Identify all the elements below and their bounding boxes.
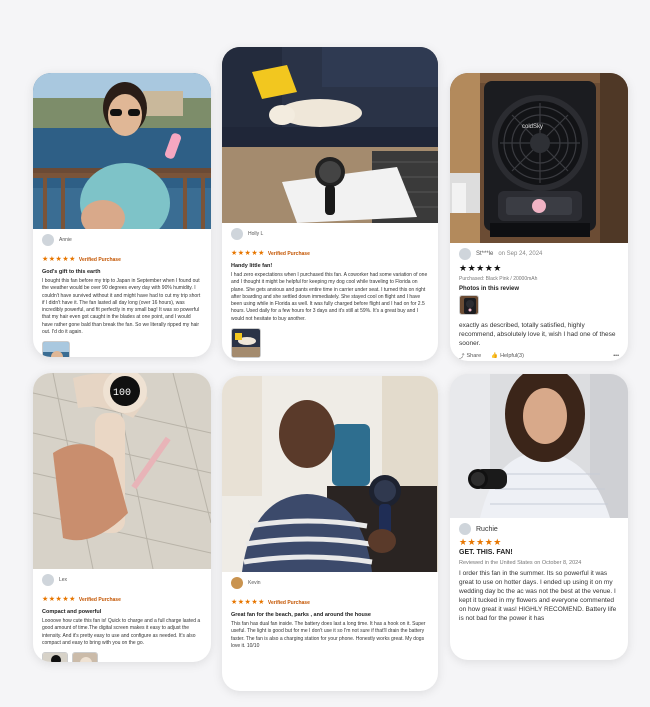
reviewer-name: Annie: [59, 237, 72, 243]
camping-fan-photo: coldSky: [450, 73, 628, 243]
reviewer-name: St***le: [476, 251, 494, 257]
review-photo[interactable]: [222, 376, 438, 572]
review-title: GET. THIS. FAN!: [459, 549, 513, 556]
review-body: I order this fan in the summer. Its so p…: [459, 570, 617, 623]
review-card-stle: coldSky St***le on Sep 24, 2024 ★★★★★ Pur…: [450, 73, 628, 361]
reviewer-name: Lex: [59, 577, 68, 583]
review-card-annie: Annie ★★★★★ Verified Purchase God's gift …: [33, 73, 211, 357]
star-rating: ★★★★★: [42, 256, 76, 263]
review-thumbnail[interactable]: [42, 652, 68, 662]
review-body: Loooove how cute this fan is! Quick to c…: [42, 618, 201, 646]
review-photo[interactable]: [222, 47, 438, 223]
review-photo[interactable]: 100: [33, 373, 211, 569]
star-rating: ★★★★★: [42, 596, 76, 603]
brand-label: coldSky: [522, 124, 543, 130]
verified-badge: Verified Purchase: [78, 597, 121, 603]
verified-badge: Verified Purchase: [78, 257, 121, 263]
star-rating: ★★★★★: [231, 250, 265, 257]
device-display: 100: [113, 388, 131, 399]
review-body: This fan has dual fan inside. The batter…: [231, 621, 426, 649]
review-title: Great fan for the beach, parks , and aro…: [231, 612, 371, 618]
star-rating: ★★★★★: [459, 263, 502, 273]
review-card-kevin: Kevin ★★★★★ Verified Purchase Great fan f…: [222, 376, 438, 691]
avatar: [42, 574, 54, 586]
avatar: [42, 234, 54, 246]
review-photo[interactable]: [450, 374, 628, 518]
avatar: [231, 577, 243, 589]
purchased-variant: Purchased: Black Pink / 20000mAh: [459, 276, 538, 282]
share-button[interactable]: ⤴ Share: [459, 352, 481, 360]
review-card-ruchie: Ruchie ★★★★★ GET. THIS. FAN! Reviewed in…: [450, 374, 628, 660]
review-body: I had zero expectations when I purchased…: [231, 272, 428, 322]
review-thumbnail[interactable]: [72, 652, 98, 662]
share-icon: ⤴: [459, 354, 465, 361]
photos-heading: Photos in this review: [459, 286, 520, 292]
woman-with-fan-photo: [450, 374, 628, 518]
review-thumbnail[interactable]: [42, 341, 70, 357]
reviewer-name: Holly L: [248, 231, 264, 237]
avatar: [459, 248, 471, 260]
review-card-holly: Holly L ★★★★★ Verified Purchase Handy lit…: [222, 47, 438, 361]
review-thumbnail[interactable]: [231, 327, 261, 358]
review-card-lex: 100 Lex ★★★★★ Verified Purchase Compact a…: [33, 373, 211, 662]
review-date: Reviewed in the United States on October…: [459, 560, 582, 566]
avatar: [459, 523, 471, 535]
review-title: Handy little fan!: [231, 263, 273, 269]
more-button[interactable]: •••: [613, 353, 619, 359]
reviewer-name: Kevin: [248, 580, 261, 586]
review-date: on Sep 24, 2024: [498, 251, 543, 257]
verified-badge: Verified Purchase: [267, 600, 310, 606]
review-title: Compact and powerful: [42, 609, 102, 615]
review-body: exactly as described, totally satisfied,…: [459, 322, 616, 348]
review-body: I bought this fan before my trip to Japa…: [42, 278, 201, 335]
verified-badge: Verified Purchase: [267, 251, 310, 257]
man-with-fan-photo: [222, 376, 438, 572]
review-photo[interactable]: coldSky: [450, 73, 628, 243]
helpful-button[interactable]: 👍 Helpful(3): [491, 353, 524, 359]
avatar: [231, 228, 243, 240]
dog-sleeping-photo: [222, 47, 438, 223]
star-rating: ★★★★★: [231, 599, 265, 606]
review-photo[interactable]: [33, 73, 211, 229]
review-title: God's gift to this earth: [42, 269, 101, 275]
hand-fan-photo: 100: [33, 373, 211, 569]
review-thumbnail[interactable]: [459, 295, 479, 315]
star-rating: ★★★★★: [459, 537, 502, 547]
reviewer-name: Ruchie: [476, 525, 498, 533]
selfie-bridge-photo: [33, 73, 211, 229]
thumbs-up-icon: 👍: [491, 353, 499, 360]
